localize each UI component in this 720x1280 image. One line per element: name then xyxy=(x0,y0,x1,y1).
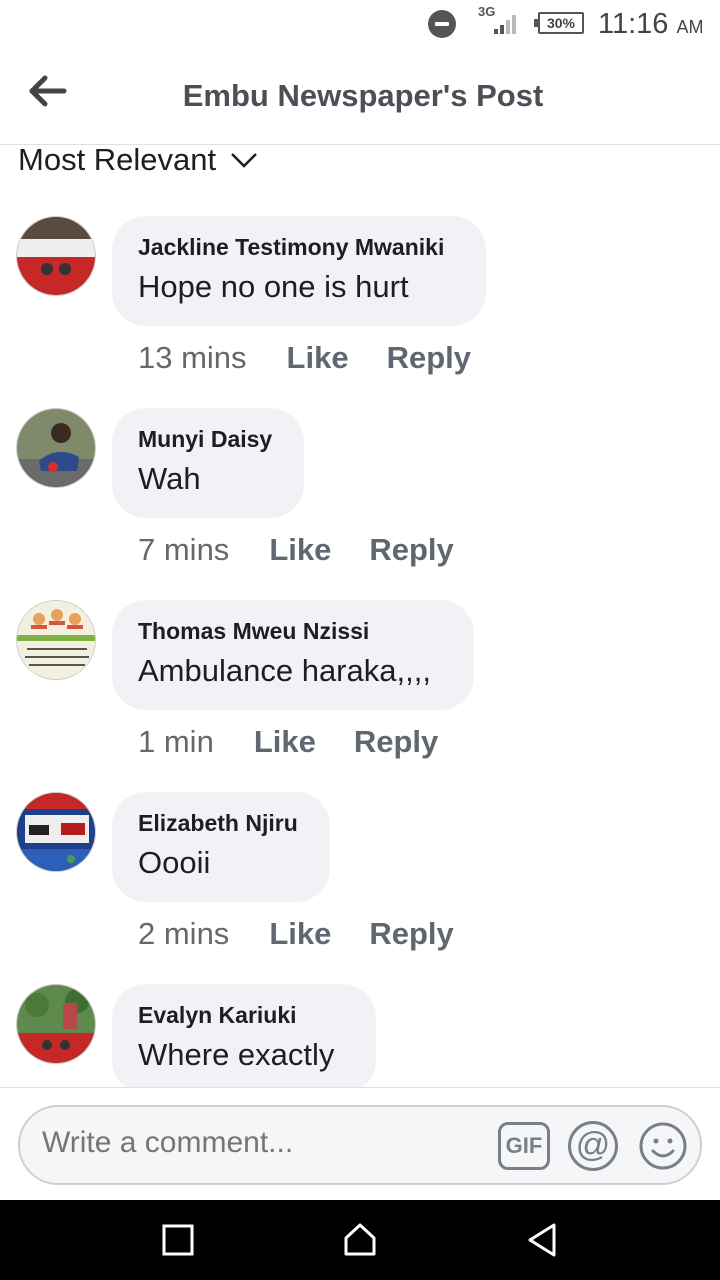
comment-text: Where exactly xyxy=(138,1037,335,1072)
sort-label: Most Relevant xyxy=(18,142,217,177)
comment-bubble: Munyi Daisy Wah xyxy=(112,408,304,518)
comment-author[interactable]: Munyi Daisy xyxy=(138,426,278,453)
like-button[interactable]: Like xyxy=(254,724,316,760)
at-icon[interactable]: @ xyxy=(568,1121,618,1171)
clock-time: 11:16 xyxy=(598,8,669,40)
comment-bubble: Elizabeth Njiru Oooii xyxy=(112,792,330,902)
comment-author[interactable]: Jackline Testimony Mwaniki xyxy=(138,234,460,261)
reply-button[interactable]: Reply xyxy=(369,916,453,952)
sort-dropdown[interactable]: Most Relevant xyxy=(18,140,258,180)
comment-composer: GIF @ xyxy=(18,1105,702,1185)
comment-author[interactable]: Thomas Mweu Nzissi xyxy=(138,618,448,645)
comment-time[interactable]: 13 mins xyxy=(138,340,247,376)
comment-composer-bar: GIF @ xyxy=(0,1087,720,1200)
reply-button[interactable]: Reply xyxy=(354,724,438,760)
smiley-icon[interactable] xyxy=(638,1121,688,1171)
like-button[interactable]: Like xyxy=(269,532,331,568)
comment-time[interactable]: 7 mins xyxy=(138,532,229,568)
reply-button[interactable]: Reply xyxy=(387,340,471,376)
comment-actions: 2 mins Like Reply xyxy=(138,916,454,952)
clock-ampm: AM xyxy=(676,17,704,37)
system-nav-bar xyxy=(0,1200,720,1280)
comment-time[interactable]: 2 mins xyxy=(138,916,229,952)
comment-bubble: Jackline Testimony Mwaniki Hope no one i… xyxy=(112,216,486,326)
comment-bubble: Thomas Mweu Nzissi Ambulance haraka,,,, xyxy=(112,600,474,710)
square-icon[interactable] xyxy=(158,1220,198,1260)
comment-text: Oooii xyxy=(138,845,211,880)
avatar[interactable] xyxy=(16,408,96,488)
home-icon[interactable] xyxy=(340,1220,380,1260)
signal-icon xyxy=(486,14,516,34)
avatar[interactable] xyxy=(16,984,96,1064)
comment-time[interactable]: 1 min xyxy=(138,724,214,760)
like-button[interactable]: Like xyxy=(269,916,331,952)
status-clock: 11:16 AM xyxy=(598,8,703,41)
triangle-back-icon[interactable] xyxy=(522,1220,562,1260)
status-bar: 3G 30% 11:16 AM xyxy=(0,0,720,50)
gif-icon[interactable]: GIF xyxy=(498,1122,550,1170)
avatar[interactable] xyxy=(16,600,96,680)
comment-text: Wah xyxy=(138,461,201,496)
comment-text: Ambulance haraka,,,, xyxy=(138,653,431,688)
post-header: Embu Newspaper's Post xyxy=(0,50,720,145)
battery-indicator: 30% xyxy=(534,12,584,34)
comment-text: Hope no one is hurt xyxy=(138,269,409,304)
avatar[interactable] xyxy=(16,216,96,296)
chevron-down-icon xyxy=(231,153,258,168)
do-not-disturb-icon xyxy=(428,10,456,38)
reply-button[interactable]: Reply xyxy=(369,532,453,568)
comment-author[interactable]: Elizabeth Njiru xyxy=(138,810,304,837)
comment-input[interactable] xyxy=(42,1126,482,1160)
comment-actions: 1 min Like Reply xyxy=(138,724,438,760)
comment-author[interactable]: Evalyn Kariuki xyxy=(138,1002,350,1029)
comment-bubble: Evalyn Kariuki Where exactly xyxy=(112,984,376,1094)
page-title: Embu Newspaper's Post xyxy=(182,78,544,113)
like-button[interactable]: Like xyxy=(287,340,349,376)
comment-actions: 13 mins Like Reply xyxy=(138,340,471,376)
comment-actions: 7 mins Like Reply xyxy=(138,532,454,568)
avatar[interactable] xyxy=(16,792,96,872)
